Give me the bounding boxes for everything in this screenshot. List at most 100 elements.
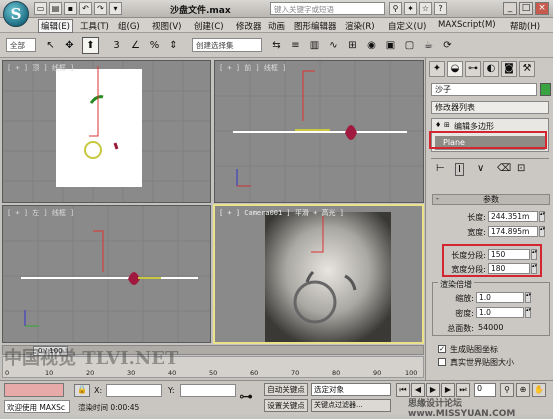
zoom-icon[interactable]: ⚲: [500, 383, 514, 397]
align-icon[interactable]: ≡: [287, 37, 304, 54]
set-key-button[interactable]: 设置关键点: [264, 399, 308, 412]
menu-help[interactable]: 帮助(H): [510, 20, 540, 32]
maximize-button[interactable]: □: [519, 2, 533, 15]
object-color-swatch[interactable]: [540, 83, 551, 96]
menu-animation[interactable]: 动画: [268, 20, 285, 32]
play-icon[interactable]: ▶: [426, 383, 440, 397]
pan-icon[interactable]: ✋: [532, 383, 546, 397]
schematic-view-icon[interactable]: ⊞: [344, 37, 361, 54]
auto-key-button[interactable]: 自动关键点: [264, 383, 308, 396]
selection-filter-dropdown[interactable]: 全部: [6, 38, 36, 52]
next-frame-icon[interactable]: ▶: [441, 383, 455, 397]
go-to-start-icon[interactable]: ⏮: [396, 383, 410, 397]
object-name-field[interactable]: 沙子: [431, 83, 537, 96]
menu-maxscript[interactable]: MAXScript(M): [438, 20, 496, 30]
favorites-icon[interactable]: ☆: [419, 2, 432, 15]
sand-plane[interactable]: [56, 69, 142, 187]
make-unique-icon[interactable]: ∨: [477, 163, 484, 174]
select-object-icon[interactable]: ↖: [42, 37, 59, 54]
lock-selection-icon[interactable]: 🔒: [74, 384, 90, 397]
viewport-top[interactable]: [ + ] 顶 ] 线框 ]: [2, 60, 211, 203]
scale-spinner[interactable]: ▴▾: [525, 292, 531, 303]
save-file-icon[interactable]: ▪: [64, 2, 77, 15]
viewport-front[interactable]: [ + ] 前 ] 线框 ]: [214, 60, 424, 203]
utilities-tab-icon[interactable]: ⚒: [519, 61, 535, 77]
rendered-frame-icon[interactable]: ▢: [401, 37, 418, 54]
new-file-icon[interactable]: ▭: [34, 2, 47, 15]
layer-manager-icon[interactable]: ▥: [306, 37, 323, 54]
density-field[interactable]: 1.0: [476, 307, 524, 318]
light-bulb-icon[interactable]: ♦: [435, 121, 441, 129]
menu-create[interactable]: 创建(C): [194, 20, 224, 32]
length-spinner[interactable]: ▴▾: [539, 211, 545, 222]
select-and-move-icon[interactable]: ⬆: [82, 37, 99, 54]
scale-field[interactable]: 1.0: [476, 292, 524, 303]
help-icon[interactable]: ?: [434, 2, 447, 15]
display-tab-icon[interactable]: ◙: [501, 61, 517, 77]
configure-sets-icon[interactable]: ⊡: [517, 163, 525, 174]
angle-snap-icon[interactable]: ∠: [127, 37, 144, 54]
render-iterative-icon[interactable]: ⟳: [439, 37, 456, 54]
material-editor-icon[interactable]: ◉: [363, 37, 380, 54]
menu-group[interactable]: 组(G): [118, 20, 140, 32]
pin-stack-icon[interactable]: ⊢: [436, 163, 445, 174]
length-field[interactable]: 244.351m: [488, 211, 538, 222]
zoom-all-icon[interactable]: ⊕: [516, 383, 530, 397]
menu-customize[interactable]: 自定义(U): [388, 20, 426, 32]
curve-editor-icon[interactable]: ∿: [325, 37, 342, 54]
key-icon[interactable]: ⊶: [239, 389, 253, 405]
open-file-icon[interactable]: ▤: [49, 2, 62, 15]
move-icon[interactable]: ✥: [61, 37, 78, 54]
maxscript-listener[interactable]: [4, 383, 64, 397]
width-spinner[interactable]: ▴▾: [539, 226, 545, 237]
spinner-snap-icon[interactable]: ⇕: [165, 37, 182, 54]
prev-frame-icon[interactable]: ◀: [411, 383, 425, 397]
menu-tools[interactable]: 工具(T): [80, 20, 109, 32]
expand-icon[interactable]: ⊞: [444, 121, 450, 129]
minimize-button[interactable]: _: [503, 2, 517, 15]
show-end-result-icon[interactable]: I: [455, 163, 464, 176]
viewport-label[interactable]: [ + ] 顶 ] 线框 ]: [7, 63, 74, 73]
search-input[interactable]: 键入关键字或短语: [270, 2, 385, 15]
percent-snap-icon[interactable]: %: [146, 37, 163, 54]
undo-icon[interactable]: ↶: [79, 2, 92, 15]
motion-tab-icon[interactable]: ◐: [483, 61, 499, 77]
redo-icon[interactable]: ↷: [94, 2, 107, 15]
project-folder-icon[interactable]: ▾: [109, 2, 122, 15]
key-mode-dropdown[interactable]: 选定对象: [311, 383, 391, 396]
viewport-camera[interactable]: [ + ] Camera001 ] 平滑 + 高光 ]: [213, 204, 424, 344]
app-logo-icon[interactable]: S: [3, 1, 29, 27]
current-frame-field[interactable]: 0: [474, 383, 496, 397]
density-spinner[interactable]: ▴▾: [525, 307, 531, 318]
go-to-end-icon[interactable]: ⏭: [456, 383, 470, 397]
snap-toggle-icon[interactable]: 3: [108, 37, 125, 54]
viewport-label[interactable]: [ + ] 前 ] 线框 ]: [219, 63, 286, 73]
menu-edit[interactable]: 编辑(E): [38, 19, 74, 33]
viewport-label[interactable]: [ + ] 左 ] 线框 ]: [7, 208, 74, 218]
modifier-list-dropdown[interactable]: 修改器列表: [431, 101, 549, 114]
viewport-left[interactable]: [ + ] 左 ] 线框 ]: [2, 205, 211, 343]
menu-rendering[interactable]: 渲染(R): [345, 20, 375, 32]
width-field[interactable]: 174.895m: [488, 226, 538, 237]
x-coord-field[interactable]: [106, 384, 162, 397]
key-filters-button[interactable]: 关键点过滤器...: [311, 399, 391, 412]
community-icon[interactable]: ✦: [404, 2, 417, 15]
menu-view[interactable]: 视图(V): [152, 20, 181, 32]
modify-tab-icon[interactable]: ◒: [447, 61, 463, 77]
create-tab-icon[interactable]: ✦: [429, 61, 445, 77]
hierarchy-tab-icon[interactable]: ⊶: [465, 61, 481, 77]
render-setup-icon[interactable]: ▣: [382, 37, 399, 54]
close-button[interactable]: ×: [535, 2, 549, 15]
red-object[interactable]: [113, 142, 119, 150]
menu-modifiers[interactable]: 修改器: [236, 20, 262, 32]
real-world-checkbox[interactable]: [438, 358, 446, 366]
parameters-rollout[interactable]: - 参数: [432, 194, 550, 205]
gen-map-checkbox[interactable]: ✓: [438, 345, 446, 353]
render-production-icon[interactable]: ☕: [420, 37, 437, 54]
named-selection-dropdown[interactable]: 创建选择集: [192, 38, 262, 52]
remove-modifier-icon[interactable]: ⌫: [497, 163, 511, 174]
y-coord-field[interactable]: [180, 384, 236, 397]
menu-graph-editors[interactable]: 图形编辑器: [294, 20, 337, 32]
search-icon[interactable]: ⚲: [389, 2, 402, 15]
mirror-icon[interactable]: ⇆: [268, 37, 285, 54]
